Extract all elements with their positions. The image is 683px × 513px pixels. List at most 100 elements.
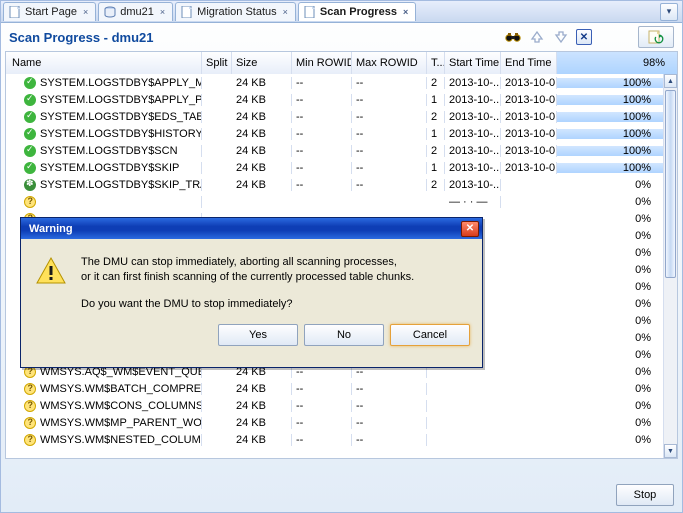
row-size: 24 KB	[232, 179, 292, 191]
table-row[interactable]: SYSTEM.LOGSTDBY$HISTORY24 KB----12013-10…	[6, 125, 663, 142]
close-icon[interactable]: ×	[281, 7, 290, 17]
row-t: 2	[427, 179, 445, 191]
table-row[interactable]: WMSYS.WM$NESTED_COLUMNS24 KB----0%	[6, 431, 663, 448]
row-max-rowid: --	[352, 94, 427, 106]
row-size: 24 KB	[232, 383, 292, 395]
row-progress: 0%	[557, 349, 663, 361]
table-row[interactable]: SYSTEM.LOGSTDBY$APPLY_MILES24 KB----2201…	[6, 74, 663, 91]
row-min-rowid: --	[292, 77, 352, 89]
scroll-down-arrow[interactable]: ▼	[664, 444, 677, 458]
row-min-rowid: --	[292, 162, 352, 174]
row-min-rowid: --	[292, 417, 352, 429]
col-end-time[interactable]: End Time	[501, 52, 557, 74]
binoculars-icon[interactable]	[504, 28, 522, 46]
close-icon[interactable]: ×	[158, 7, 167, 17]
row-max-rowid: --	[352, 434, 427, 446]
warning-dialog: Warning ✕ The DMU can stop immediately, …	[20, 217, 483, 368]
table-row[interactable]: SYSTEM.LOGSTDBY$SCN24 KB----22013-10-...…	[6, 142, 663, 159]
tab-label: Start Page	[25, 6, 77, 18]
tab-dmu21[interactable]: dmu21 ×	[98, 2, 173, 21]
row-progress: 0%	[557, 247, 663, 259]
col-size[interactable]: Size	[232, 52, 292, 74]
table-row[interactable]: WMSYS.WM$CONS_COLUMNS$24 KB----0%	[6, 397, 663, 414]
status-icon	[24, 111, 36, 123]
row-max-rowid: --	[352, 179, 427, 191]
row-progress: 0%	[557, 383, 663, 395]
row-name: SYSTEM.LOGSTDBY$SKIP_TRANS	[40, 179, 202, 191]
arrow-down-icon[interactable]	[552, 28, 570, 46]
warning-icon	[35, 255, 67, 287]
grid-header: Name Split Size Min ROWID Max ROWID T...…	[6, 52, 677, 74]
row-progress: 0%	[557, 281, 663, 293]
row-progress: 100%	[557, 111, 663, 123]
page-icon	[9, 6, 21, 18]
col-start-time[interactable]: Start Time	[445, 52, 501, 74]
cancel-button[interactable]: Cancel	[390, 324, 470, 346]
dialog-close-button[interactable]: ✕	[461, 221, 479, 237]
col-split[interactable]: Split	[202, 52, 232, 74]
status-icon	[24, 196, 36, 208]
col-progress[interactable]: 98%	[557, 52, 677, 74]
row-end: 2013-10-0...	[501, 111, 557, 123]
row-name: SYSTEM.LOGSTDBY$APPLY_MILES	[40, 77, 202, 89]
row-progress: 0%	[557, 315, 663, 327]
col-name[interactable]: Name	[6, 52, 202, 74]
tab-migration-status[interactable]: Migration Status ×	[175, 2, 296, 21]
row-name: WMSYS.WM$BATCH_COMPRESSI	[40, 383, 202, 395]
table-row[interactable]: SYSTEM.LOGSTDBY$SKIP_TRANS24 KB----22013…	[6, 176, 663, 193]
row-max-rowid: --	[352, 162, 427, 174]
dialog-titlebar[interactable]: Warning ✕	[21, 218, 482, 239]
col-t[interactable]: T...	[427, 52, 445, 74]
scroll-thumb[interactable]	[665, 90, 676, 278]
row-end: 2013-10-0...	[501, 162, 557, 174]
db-icon	[104, 6, 116, 18]
row-max-rowid: --	[352, 383, 427, 395]
row-progress: 100%	[557, 128, 663, 140]
row-max-rowid: --	[352, 111, 427, 123]
scroll-track[interactable]	[664, 88, 677, 444]
row-min-rowid: --	[292, 434, 352, 446]
table-row[interactable]: WMSYS.WM$BATCH_COMPRESSI24 KB----0%	[6, 380, 663, 397]
row-start: 2013-10-...	[445, 145, 501, 157]
row-progress: 0%	[557, 196, 663, 208]
row-size: 24 KB	[232, 162, 292, 174]
table-row[interactable]: SYSTEM.LOGSTDBY$APPLY_PROG24 KB----12013…	[6, 91, 663, 108]
tab-start-page[interactable]: Start Page ×	[3, 2, 96, 21]
tab-overflow-button[interactable]: ▾	[660, 3, 678, 21]
row-size: 24 KB	[232, 94, 292, 106]
tab-scan-progress[interactable]: Scan Progress ×	[298, 2, 416, 21]
row-size: 24 KB	[232, 111, 292, 123]
table-row[interactable]: SYSTEM.LOGSTDBY$SKIP24 KB----12013-10-..…	[6, 159, 663, 176]
row-t: 1	[427, 128, 445, 140]
table-row[interactable]: — · · —0%	[6, 193, 663, 210]
table-row[interactable]: WMSYS.WM$MP_PARENT_WORK24 KB----0%	[6, 414, 663, 431]
row-name: WMSYS.WM$NESTED_COLUMNS	[40, 434, 202, 446]
row-size: 24 KB	[232, 400, 292, 412]
arrow-up-icon[interactable]	[528, 28, 546, 46]
page-icon	[304, 6, 316, 18]
scroll-up-arrow[interactable]: ▲	[664, 74, 677, 88]
row-t: 2	[427, 145, 445, 157]
row-min-rowid: --	[292, 400, 352, 412]
col-max-rowid[interactable]: Max ROWID	[352, 52, 427, 74]
status-icon	[24, 77, 36, 89]
close-icon[interactable]: ×	[401, 7, 410, 17]
row-start: 2013-10-...	[445, 111, 501, 123]
vertical-scrollbar[interactable]: ▲ ▼	[663, 74, 677, 458]
tab-label: Migration Status	[197, 6, 276, 18]
refresh-button[interactable]	[638, 26, 674, 48]
panel-close-button[interactable]: ✕	[576, 29, 592, 45]
table-row[interactable]: SYSTEM.LOGSTDBY$EDS_TABLES24 KB----22013…	[6, 108, 663, 125]
status-icon	[24, 417, 36, 429]
no-button[interactable]: No	[304, 324, 384, 346]
row-name: SYSTEM.LOGSTDBY$HISTORY	[40, 128, 202, 140]
col-min-rowid[interactable]: Min ROWID	[292, 52, 352, 74]
row-name: WMSYS.WM$MP_PARENT_WORK	[40, 417, 202, 429]
row-start: 2013-10-...	[445, 94, 501, 106]
stop-button[interactable]: Stop	[616, 484, 674, 506]
row-progress: 100%	[557, 94, 663, 106]
row-min-rowid: --	[292, 383, 352, 395]
close-icon[interactable]: ×	[81, 7, 90, 17]
status-icon	[24, 434, 36, 446]
yes-button[interactable]: Yes	[218, 324, 298, 346]
